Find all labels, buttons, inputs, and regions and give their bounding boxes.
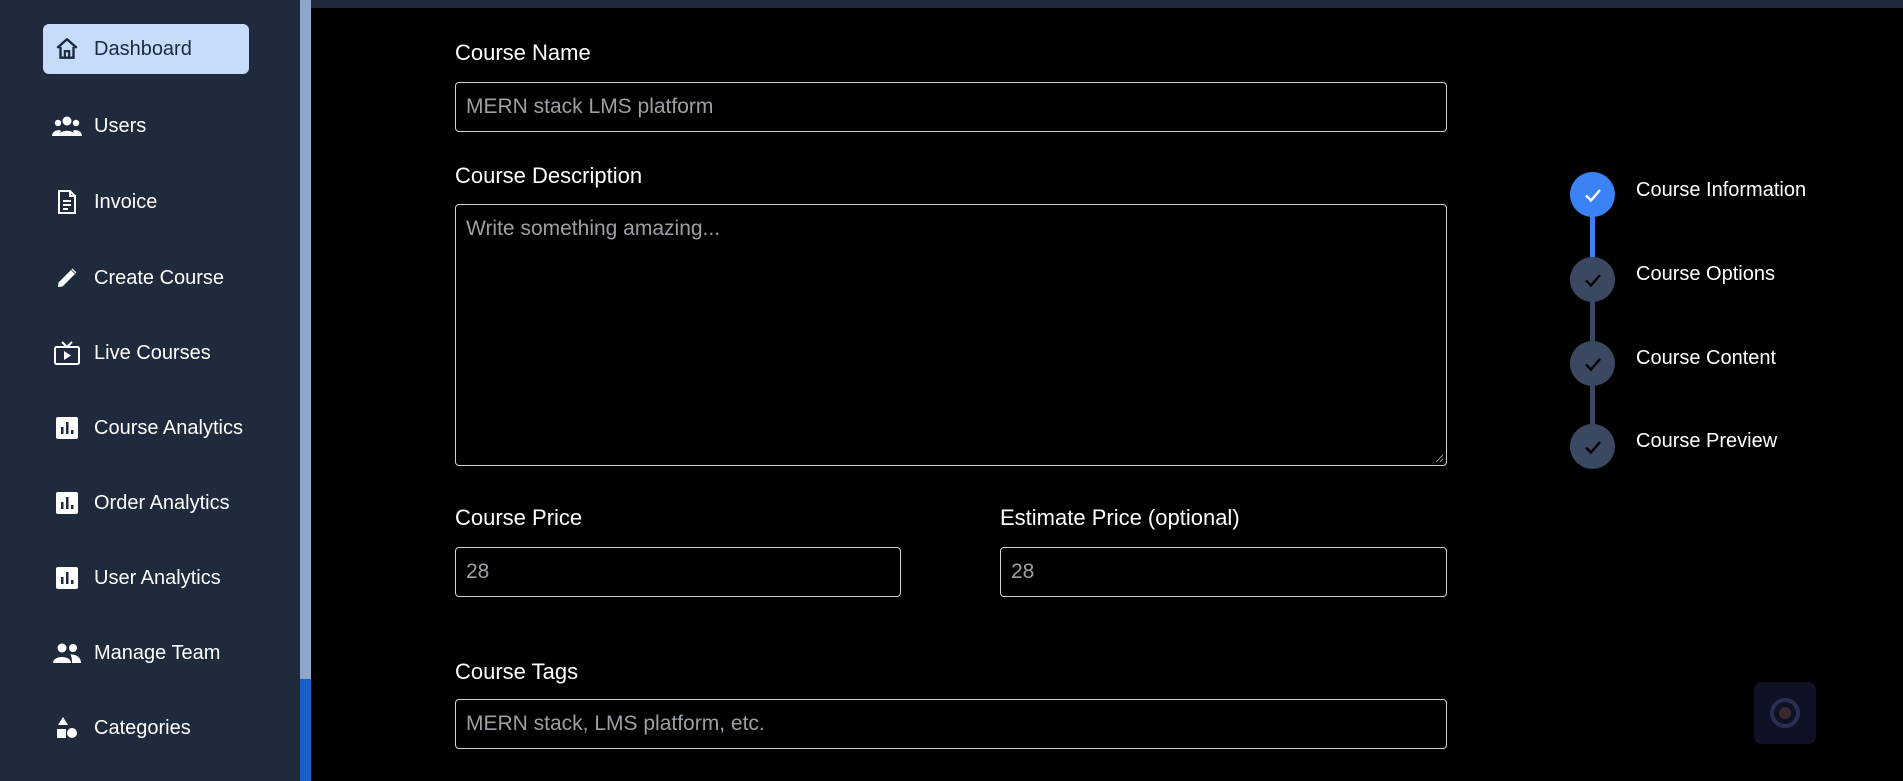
sidebar-item-label: User Analytics [94,566,221,589]
course-name-label: Course Name [455,40,591,65]
course-tags-input[interactable]: MERN stack, LMS platform, etc. [455,699,1447,749]
sidebar-item-label: Categories [94,716,191,739]
team-icon [52,638,82,668]
bar-chart-icon [52,488,82,518]
course-price-label: Course Price [455,505,583,530]
sidebar-scrollbar-track[interactable] [300,0,311,781]
sidebar-item-course-analytics[interactable]: Course Analytics [43,403,249,453]
sidebar-item-order-analytics[interactable]: Order Analytics [43,478,249,528]
sidebar-item-invoice[interactable]: Invoice [43,177,249,227]
course-description-textarea[interactable]: Write something amazing... [455,204,1447,466]
estimate-price-value: 28 [1011,560,1035,583]
course-name-input[interactable]: MERN stack LMS platform [455,82,1447,132]
sidebar-item-users[interactable]: Users [43,101,249,151]
sidebar-item-live-courses[interactable]: Live Courses [43,328,249,378]
course-name-value: MERN stack LMS platform [466,95,714,118]
step-course-options-label: Course Options [1636,263,1775,285]
course-description-placeholder: Write something amazing... [466,217,721,240]
sidebar-item-manage-team[interactable]: Manage Team [43,628,249,678]
course-price-input[interactable]: 28 [455,547,901,597]
sidebar-item-label: Live Courses [94,341,211,364]
course-tags-label: Course Tags [455,659,579,684]
sidebar: Dashboard Users Invoice Create Course Li… [0,0,300,781]
step-course-preview-label: Course Preview [1636,430,1778,452]
course-price-value: 28 [466,560,490,583]
step-course-preview-circle[interactable] [1570,424,1615,469]
sidebar-item-label: Dashboard [94,37,192,60]
sidebar-item-label: Course Analytics [94,416,243,439]
sidebar-item-label: Manage Team [94,641,221,664]
top-bar [311,0,1903,8]
check-icon [1584,357,1601,371]
step-course-content-label: Course Content [1636,347,1777,369]
pencil-icon [52,263,82,293]
sidebar-item-dashboard[interactable]: Dashboard [43,24,249,74]
course-description-label: Course Description [455,163,643,188]
floating-action-button[interactable] [1754,682,1816,744]
estimate-price-input[interactable]: 28 [1000,547,1447,597]
sidebar-item-label: Users [94,114,147,137]
sidebar-item-label: Order Analytics [94,491,230,514]
sidebar-item-label: Create Course [94,266,225,289]
resize-handle-icon[interactable] [1434,453,1444,463]
step-course-content-circle[interactable] [1570,341,1615,386]
sidebar-scrollbar-thumb[interactable] [300,679,311,781]
step-course-options-circle[interactable] [1570,257,1615,302]
course-tags-placeholder: MERN stack, LMS platform, etc. [466,712,765,735]
check-icon [1584,440,1601,454]
step-course-information-circle[interactable] [1570,172,1615,217]
swirl-logo-icon [1770,698,1800,728]
sidebar-item-create-course[interactable]: Create Course [43,253,249,303]
live-tv-icon [52,338,82,368]
bar-chart-icon [52,413,82,443]
users-icon [52,111,82,141]
estimate-price-label: Estimate Price (optional) [1000,505,1240,530]
sidebar-item-label: Invoice [94,190,158,213]
sidebar-item-user-analytics[interactable]: User Analytics [43,553,249,603]
bar-chart-icon [52,563,82,593]
sidebar-item-categories[interactable]: Categories [43,703,249,753]
categories-icon [52,713,82,743]
check-icon [1584,273,1601,287]
step-course-information-label: Course Information [1636,179,1807,201]
invoice-icon [52,187,82,217]
check-icon [1584,188,1601,202]
home-icon [52,34,82,64]
